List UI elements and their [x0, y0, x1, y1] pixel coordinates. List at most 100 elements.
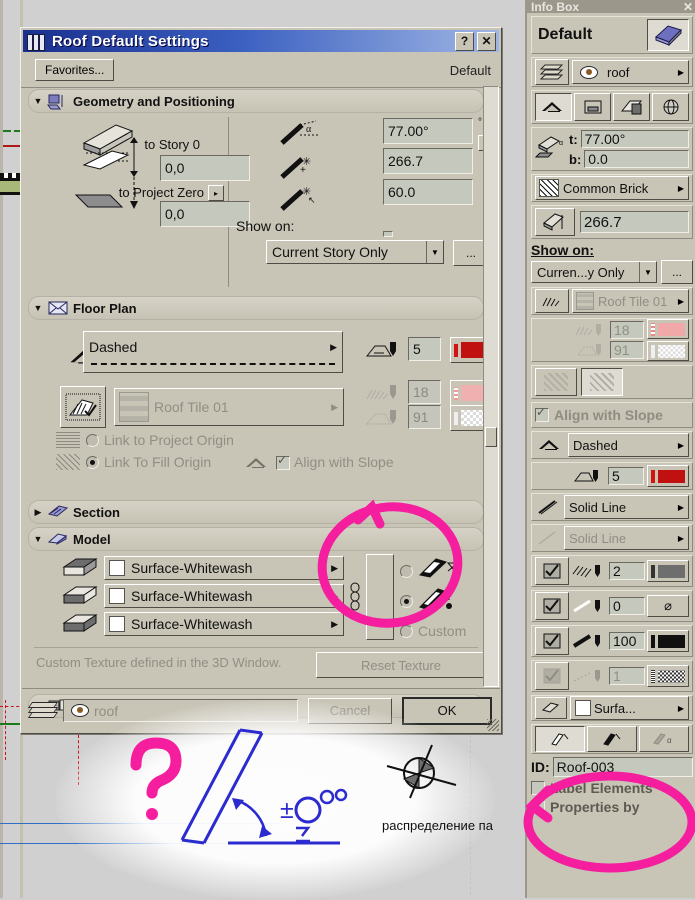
ok-button[interactable]: OK — [402, 696, 492, 725]
dialog-scrollbar[interactable] — [483, 86, 499, 687]
help-button[interactable]: ? — [455, 31, 474, 51]
line-pen-glyph — [365, 342, 396, 357]
layer-stack-icon[interactable] — [535, 59, 569, 85]
trim-none-button[interactable] — [535, 726, 585, 752]
trim-perpendicular-button[interactable] — [587, 726, 637, 752]
line-type-combo[interactable]: Dashed ▶ — [568, 433, 689, 457]
link-fill-origin-radio[interactable] — [86, 456, 99, 469]
line-pen-value[interactable]: 5 — [408, 337, 441, 361]
surface-button[interactable] — [535, 697, 567, 719]
info-box-titlebar[interactable]: Info Box ✕ — [527, 0, 695, 13]
tab-geometry[interactable] — [535, 93, 572, 121]
thickness-value[interactable]: 266.7 — [383, 148, 473, 174]
dialog-titlebar[interactable]: Roof Default Settings ? ✕ — [23, 30, 499, 52]
material-edge-combo[interactable]: Surface-Whitewash ▶ — [104, 584, 344, 608]
fill-orientation-button[interactable] — [535, 289, 569, 313]
overhang-value[interactable]: 60.0 — [383, 179, 473, 205]
surface-combo[interactable]: Surfa... ▶ — [570, 696, 689, 720]
material-bottom-combo[interactable]: Surface-Whitewash ▶ — [104, 612, 344, 636]
thickness-icon-button[interactable] — [535, 208, 575, 236]
trim-custom-button[interactable]: α — [639, 726, 689, 752]
section-section-header[interactable]: ▶ Section — [28, 500, 484, 524]
show-on-more-button[interactable]: ... — [661, 260, 693, 284]
pen-2-value[interactable]: 2 — [609, 562, 645, 580]
tab-ifc[interactable] — [652, 93, 689, 121]
slope-angle-value[interactable]: 77.00° — [383, 118, 473, 144]
fill-pen-value[interactable]: 18 — [408, 380, 441, 404]
override-button[interactable] — [535, 662, 569, 690]
override-button[interactable] — [535, 627, 569, 655]
to-story-value[interactable]: 0,0 — [160, 155, 250, 181]
close-icon[interactable]: ✕ — [683, 0, 693, 13]
pen-1-value[interactable]: 1 — [609, 667, 645, 685]
cad-left-edge — [0, 0, 3, 898]
link-project-origin-radio[interactable] — [86, 434, 99, 447]
tab-model[interactable] — [613, 93, 650, 121]
label-elements-row[interactable]: Label Elements — [531, 780, 693, 796]
model-glyph — [47, 533, 68, 545]
link-project-origin-button[interactable] — [535, 368, 577, 396]
material-top-icon — [60, 557, 98, 579]
fill-pen-icon — [575, 324, 601, 336]
tab-floorplan[interactable] — [574, 93, 611, 121]
layer-field[interactable]: roof — [63, 699, 298, 722]
fill-combo[interactable]: Roof Tile 01 ▶ — [572, 289, 689, 313]
trim-vertical-radio[interactable] — [400, 595, 413, 608]
close-button[interactable]: ✕ — [477, 31, 496, 51]
fill-bg-pen-color[interactable] — [647, 341, 689, 361]
pen-100-value[interactable]: 100 — [609, 632, 645, 650]
trim-custom-radio[interactable] — [400, 625, 413, 638]
fill-pen-value[interactable]: 18 — [610, 321, 644, 339]
section-geometry-header[interactable]: ▼ Geometry and Positioning — [28, 89, 484, 113]
tile-swatch-icon — [576, 292, 594, 310]
angle-top-value[interactable]: 77.00° — [580, 130, 689, 148]
fill-bg-pen-value[interactable]: 91 — [408, 405, 441, 429]
show-on-dropdown[interactable]: Current Story Only ▼ — [266, 240, 444, 264]
cancel-button[interactable]: Cancel — [308, 697, 392, 724]
id-value[interactable]: Roof-003 — [552, 757, 693, 777]
pen-1-color[interactable] — [647, 665, 689, 687]
thickness-value[interactable]: 266.7 — [580, 211, 689, 233]
align-slope-checkbox[interactable] — [276, 453, 290, 470]
material-top-combo[interactable]: Surface-Whitewash ▶ — [104, 556, 344, 580]
favorites-button[interactable]: Favorites... — [35, 59, 115, 81]
eye-icon — [580, 65, 598, 79]
pen-0-value[interactable]: 0 — [609, 597, 645, 615]
edge-link-button[interactable] — [366, 554, 394, 640]
trim-none-glyph — [418, 558, 462, 578]
layer-combo[interactable]: roof ▶ — [572, 60, 689, 84]
link-materials-icon[interactable] — [348, 581, 362, 616]
show-on-dropdown[interactable]: Curren...y Only ▼ — [531, 261, 657, 283]
properties-by-row[interactable]: Properties by — [531, 797, 693, 815]
section-floorplan-header[interactable]: ▼ Floor Plan — [28, 296, 484, 320]
fill-pen-color[interactable] — [647, 319, 689, 339]
reset-texture-button[interactable]: Reset Texture — [316, 652, 486, 678]
link-fill-origin-button[interactable] — [581, 368, 623, 396]
resize-grip[interactable] — [487, 719, 499, 731]
pen-100-color[interactable] — [647, 630, 689, 652]
override-button[interactable] — [535, 592, 569, 620]
label-elements-checkbox[interactable] — [531, 781, 545, 795]
angle-bottom-value[interactable]: 0.0 — [584, 150, 689, 168]
fill-display-button[interactable] — [60, 386, 106, 428]
fill-combo[interactable]: Roof Tile 01 ▶ — [114, 388, 344, 426]
section-line-combo[interactable]: Solid Line ▶ — [564, 495, 689, 519]
project-zero-options-button[interactable]: ▸ — [208, 185, 224, 201]
align-slope-row[interactable]: Align with Slope — [531, 402, 693, 428]
override-button[interactable] — [535, 557, 569, 585]
section-model-header[interactable]: ▼ Model — [28, 527, 484, 551]
fill-bg-pen-value[interactable]: 91 — [610, 341, 644, 359]
scrollbar-thumb[interactable] — [485, 427, 497, 447]
align-slope-checkbox[interactable] — [535, 405, 549, 422]
line-pen-value[interactable]: 5 — [608, 467, 644, 485]
line-pen-color[interactable] — [647, 465, 689, 487]
line-type-combo[interactable]: Dashed ▶ — [83, 331, 343, 373]
properties-by-checkbox[interactable] — [531, 797, 545, 814]
pen-0-color[interactable]: ⌀ — [647, 595, 689, 617]
trim-none-radio[interactable] — [400, 565, 413, 578]
roof-preview-icon[interactable] — [647, 19, 689, 51]
building-material-combo[interactable]: Common Brick ▶ — [535, 176, 689, 200]
section-line-combo-disabled[interactable]: Solid Line ▶ — [564, 526, 689, 550]
pen-2-color[interactable] — [647, 560, 689, 582]
chevron-right-icon: ▶ — [331, 618, 338, 629]
